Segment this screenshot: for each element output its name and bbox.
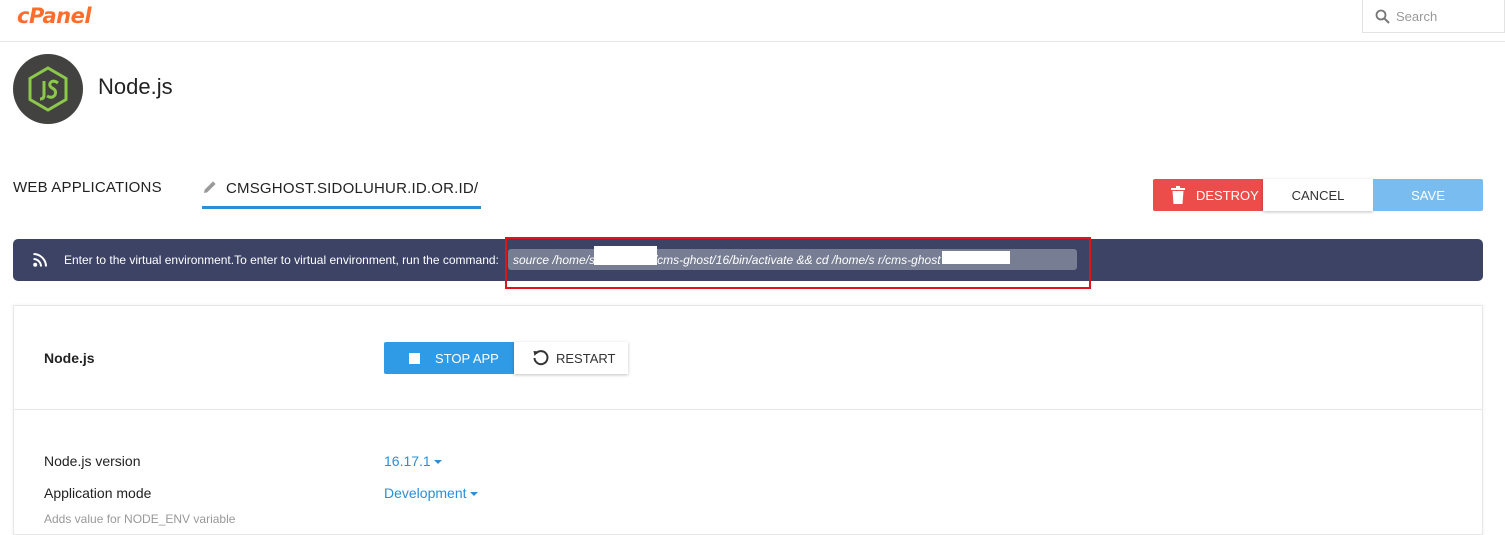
rss-icon bbox=[33, 253, 47, 267]
top-bar: cPanel bbox=[0, 0, 1505, 42]
stop-app-button[interactable]: STOP APP bbox=[384, 342, 514, 374]
stop-app-label: STOP APP bbox=[435, 351, 499, 366]
search-icon bbox=[1375, 9, 1390, 24]
trash-icon bbox=[1171, 186, 1185, 204]
pencil-icon bbox=[204, 181, 216, 193]
application-mode-label: Application mode bbox=[44, 485, 152, 501]
application-mode-dropdown[interactable]: Development bbox=[384, 485, 478, 501]
nodejs-logo bbox=[13, 54, 83, 124]
nodejs-version-dropdown[interactable]: 16.17.1 bbox=[384, 453, 442, 469]
panel-heading: Node.js bbox=[44, 350, 95, 366]
restart-button[interactable]: RESTART bbox=[514, 342, 628, 374]
page-title: Node.js bbox=[98, 74, 173, 99]
stop-icon bbox=[409, 353, 420, 364]
search-input[interactable] bbox=[1396, 6, 1501, 26]
search-box[interactable] bbox=[1362, 0, 1505, 33]
caret-down-icon bbox=[469, 492, 478, 497]
application-mode-value: Development bbox=[384, 485, 467, 501]
destroy-label: DESTROY bbox=[1196, 188, 1259, 203]
cancel-button[interactable]: CANCEL bbox=[1263, 179, 1373, 211]
application-mode-help: Adds value for NODE_ENV variable bbox=[44, 512, 236, 526]
tab-domain[interactable]: CMSGHOST.SIDOLUHUR.ID.OR.ID/ bbox=[202, 177, 481, 209]
destroy-button[interactable]: DESTROY bbox=[1153, 179, 1263, 211]
divider bbox=[14, 409, 1482, 410]
nodejs-hexagon-icon bbox=[28, 66, 68, 112]
nodejs-version-label: Node.js version bbox=[44, 453, 141, 469]
caret-down-icon bbox=[433, 460, 442, 465]
tab-web-applications[interactable]: WEB APPLICATIONS bbox=[13, 179, 162, 196]
app-panel: Node.js STOP APP RESTART Node.js version… bbox=[13, 305, 1483, 535]
highlight-annotation bbox=[505, 237, 1091, 289]
tab-domain-label: CMSGHOST.SIDOLUHUR.ID.OR.ID/ bbox=[226, 180, 479, 197]
save-button[interactable]: SAVE bbox=[1373, 179, 1483, 211]
restart-icon bbox=[533, 350, 549, 366]
banner-message: Enter to the virtual environment.To ente… bbox=[64, 253, 499, 267]
nodejs-version-value: 16.17.1 bbox=[384, 453, 431, 469]
cpanel-logo[interactable]: cPanel bbox=[17, 4, 92, 28]
restart-label: RESTART bbox=[556, 351, 616, 366]
